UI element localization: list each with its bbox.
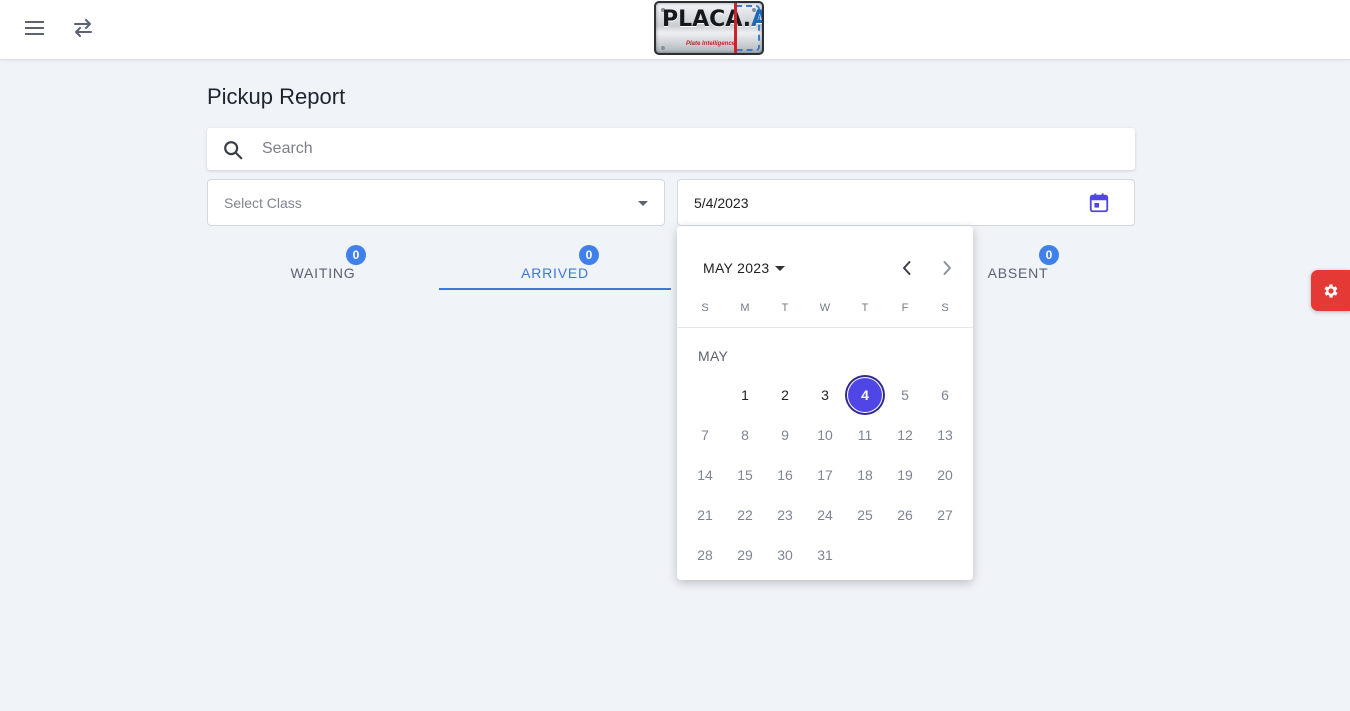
calendar-day[interactable]: 22 bbox=[727, 497, 763, 533]
count-badge: 0 bbox=[346, 245, 366, 265]
calendar-day[interactable]: 19 bbox=[887, 457, 923, 493]
top-app-bar: PLACA.AI Plate Intelligence bbox=[0, 0, 1350, 60]
chevron-right-icon[interactable] bbox=[937, 258, 957, 278]
calendar-day[interactable]: 14 bbox=[687, 457, 723, 493]
calendar-day[interactable]: 10 bbox=[807, 417, 843, 453]
calendar-header: MAY 2023 bbox=[677, 226, 973, 306]
calendar-day[interactable]: 12 bbox=[887, 417, 923, 453]
weekday-label: M bbox=[740, 302, 750, 314]
calendar-day[interactable]: 13 bbox=[927, 417, 963, 453]
calendar-day[interactable]: 8 bbox=[727, 417, 763, 453]
select-class-dropdown[interactable]: Select Class bbox=[207, 179, 665, 226]
calendar-day[interactable]: 9 bbox=[767, 417, 803, 453]
calendar-day-selected[interactable]: 4 bbox=[847, 377, 883, 413]
chevron-down-icon bbox=[638, 201, 648, 206]
logo-text: PLACA.AI bbox=[662, 7, 762, 32]
weekday-label: F bbox=[901, 302, 909, 314]
calendar-day[interactable]: 20 bbox=[927, 457, 963, 493]
weekday-header-row: SMTWTFS bbox=[685, 302, 965, 322]
calendar-day[interactable]: 28 bbox=[687, 537, 723, 573]
count-badge: 0 bbox=[579, 245, 599, 265]
month-year-selector[interactable]: MAY 2023 bbox=[703, 260, 786, 276]
calendar-day[interactable]: 23 bbox=[767, 497, 803, 533]
calendar-day[interactable]: 26 bbox=[887, 497, 923, 533]
calendar-day[interactable]: 24 bbox=[807, 497, 843, 533]
weekday-label: S bbox=[941, 302, 949, 314]
chevron-left-icon[interactable] bbox=[897, 258, 917, 278]
weekday-label: W bbox=[819, 302, 831, 314]
weekday-label: T bbox=[781, 302, 789, 314]
date-field[interactable]: 5/4/2023 bbox=[677, 179, 1135, 226]
tab-label: ARRIVED bbox=[521, 265, 589, 281]
swap-arrows-icon bbox=[74, 19, 92, 37]
calendar-day[interactable]: 30 bbox=[767, 537, 803, 573]
swap-button[interactable] bbox=[67, 12, 99, 44]
calendar-day[interactable]: 21 bbox=[687, 497, 723, 533]
calendar-day[interactable]: 15 bbox=[727, 457, 763, 493]
weekday-label: S bbox=[701, 302, 709, 314]
calendar-day[interactable]: 2 bbox=[767, 377, 803, 413]
calendar-day[interactable]: 31 bbox=[807, 537, 843, 573]
month-label: MAY bbox=[698, 348, 729, 364]
hamburger-menu-icon bbox=[25, 21, 44, 35]
placa-ai-logo: PLACA.AI Plate Intelligence bbox=[654, 1, 764, 55]
date-value: 5/4/2023 bbox=[694, 195, 749, 211]
calendar-day[interactable]: 3 bbox=[807, 377, 843, 413]
settings-button[interactable] bbox=[1311, 270, 1350, 311]
calendar-divider bbox=[677, 327, 973, 328]
calendar-day[interactable]: 7 bbox=[687, 417, 723, 453]
calendar-day[interactable]: 25 bbox=[847, 497, 883, 533]
select-class-placeholder: Select Class bbox=[224, 195, 302, 211]
date-picker-popover: MAY 2023 SMTWTFS MAY 1 2 3 4 5 6 7 8 9 10 11 12 13 14… bbox=[677, 226, 973, 580]
month-year-label: MAY 2023 bbox=[703, 260, 770, 276]
weekday-label: T bbox=[861, 302, 869, 314]
search-bar bbox=[207, 128, 1135, 170]
calendar-day[interactable]: 29 bbox=[727, 537, 763, 573]
calendar-day[interactable]: 5 bbox=[887, 377, 923, 413]
search-icon bbox=[224, 141, 243, 160]
calendar-day[interactable]: 11 bbox=[847, 417, 883, 453]
calendar-icon[interactable] bbox=[1088, 192, 1110, 214]
calendar-day[interactable]: 27 bbox=[927, 497, 963, 533]
calendar-day[interactable]: 6 bbox=[927, 377, 963, 413]
search-input[interactable] bbox=[262, 128, 1122, 170]
calendar-day[interactable]: 16 bbox=[767, 457, 803, 493]
gear-icon bbox=[1324, 283, 1338, 298]
page-title: Pickup Report bbox=[207, 84, 346, 109]
calendar-day[interactable]: 18 bbox=[847, 457, 883, 493]
logo-tagline: Plate Intelligence bbox=[686, 41, 736, 47]
tab-arrived[interactable]: ARRIVED 0 bbox=[439, 245, 671, 290]
calendar-day[interactable]: 17 bbox=[807, 457, 843, 493]
tab-waiting[interactable]: WAITING 0 bbox=[207, 245, 439, 290]
count-badge: 0 bbox=[1039, 245, 1059, 265]
menu-button[interactable] bbox=[19, 12, 51, 44]
calendar-day[interactable]: 1 bbox=[727, 377, 763, 413]
tab-label: WAITING bbox=[290, 265, 356, 281]
caret-down-icon bbox=[775, 265, 786, 271]
